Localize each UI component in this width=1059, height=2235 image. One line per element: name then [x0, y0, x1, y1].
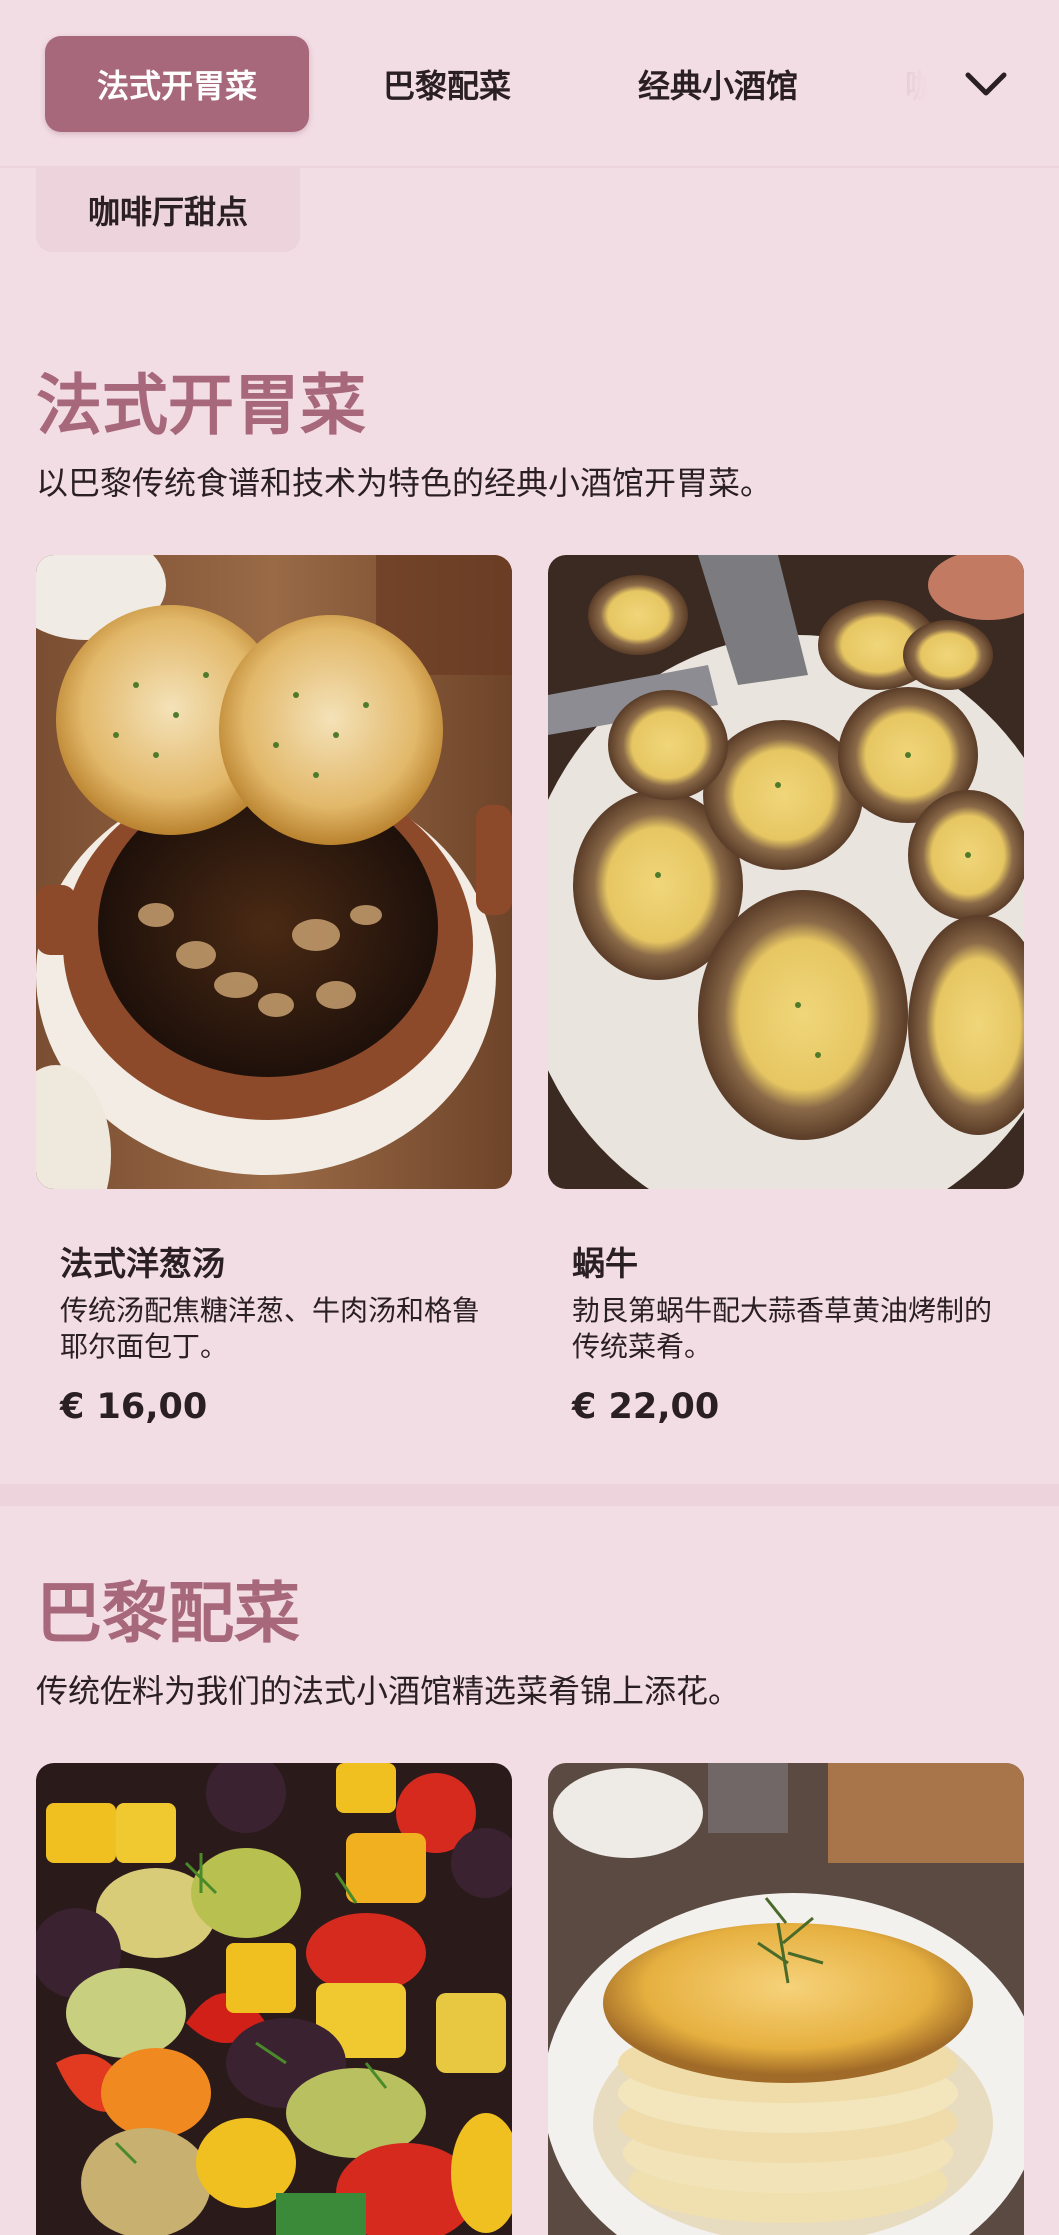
chevron-down-icon: [965, 72, 1007, 96]
expand-tabs-button[interactable]: [948, 50, 1024, 118]
tab-paris-sides[interactable]: 巴黎配菜: [352, 36, 542, 132]
tab-french-appetizers[interactable]: 法式开胃菜: [45, 36, 309, 132]
menu-item-description: 传统汤配焦糖洋葱、牛肉汤和格鲁耶尔面包丁。: [60, 1294, 481, 1363]
menu-card-onion-soup[interactable]: 法式洋葱汤 传统汤配焦糖洋葱、牛肉汤和格鲁耶尔面包丁。 € 16,00: [36, 555, 512, 1455]
section-divider: [0, 1484, 1059, 1506]
ratatouille-photo: [36, 1763, 512, 2235]
onion-soup-photo: [36, 555, 512, 1189]
category-tabbar: 法式开胃菜 巴黎配菜 经典小酒馆 咖: [0, 0, 1059, 168]
menu-item-price: € 16,00: [60, 1387, 208, 1427]
menu-page: 法式开胃菜 巴黎配菜 经典小酒馆 咖 咖啡厅甜点 法式开胃菜 以巴黎传统食谱和技…: [0, 0, 1059, 2235]
tab-cafe-desserts[interactable]: 咖啡厅甜点: [36, 168, 300, 252]
tab-classic-bistro[interactable]: 经典小酒馆: [610, 36, 826, 132]
section-desc-appetizers: 以巴黎传统食谱和技术为特色的经典小酒馆开胃菜。: [36, 464, 773, 502]
section-desc-sides: 传统佐料为我们的法式小酒馆精选菜肴锦上添花。: [36, 1672, 741, 1710]
menu-card-ratatouille[interactable]: [36, 1763, 512, 2235]
gratin-photo: [548, 1763, 1024, 2235]
tabbar-fade: [848, 0, 948, 166]
section-title-appetizers: 法式开胃菜: [36, 367, 366, 444]
escargot-photo: [548, 555, 1024, 1189]
menu-card-gratin[interactable]: [548, 1763, 1024, 2235]
section-title-sides: 巴黎配菜: [36, 1575, 300, 1652]
menu-item-name: 法式洋葱汤: [60, 1244, 225, 1283]
menu-item-name: 蜗牛: [572, 1244, 638, 1283]
menu-item-price: € 22,00: [572, 1387, 720, 1427]
menu-item-description: 勃艮第蜗牛配大蒜香草黄油烤制的传统菜肴。: [572, 1294, 993, 1363]
menu-card-escargot[interactable]: 蜗牛 勃艮第蜗牛配大蒜香草黄油烤制的传统菜肴。 € 22,00: [548, 555, 1024, 1455]
